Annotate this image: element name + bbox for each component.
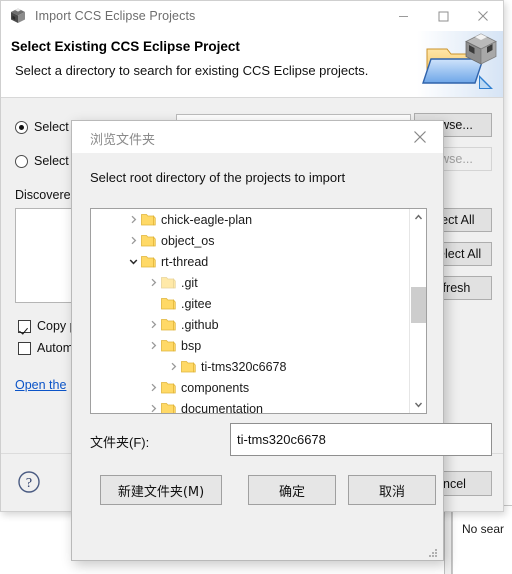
window-controls [383,1,503,31]
expander-placeholder [145,293,161,314]
tree-item[interactable]: documentation [91,398,409,413]
import-projects-icon [417,31,503,97]
browse-folder-titlebar[interactable]: 浏览文件夹 [72,121,443,153]
radio-select-search-directory[interactable]: Select s [15,120,78,134]
radio-indicator-on [15,120,28,134]
chevron-right-icon[interactable] [145,398,161,413]
tree-item[interactable]: ti-tms320c6678 [91,356,409,377]
chevron-up-icon[interactable] [410,209,426,226]
tree-item-label: .gitee [181,296,212,311]
chevron-right-icon[interactable] [125,209,141,230]
tree-item[interactable]: .github [91,314,409,335]
tree-item-label: .github [181,317,219,332]
folder-icon [161,381,176,394]
folder-icon [141,255,156,268]
tree-item[interactable]: .git [91,272,409,293]
no-search-results-text: No sear [462,522,505,536]
checkbox-label-automatically-import: Autom [37,341,74,355]
tree-item-label: bsp [181,338,202,353]
chevron-down-icon[interactable] [410,396,426,413]
cancel-button[interactable]: 取消 [348,475,436,505]
folder-icon [161,402,176,413]
eclipse-cube-icon [9,7,27,25]
checkbox-indicator-unchecked [18,341,31,355]
tree-item-label: documentation [181,401,264,414]
chevron-down-icon[interactable] [125,251,141,272]
close-icon[interactable] [403,122,437,152]
minimize-icon[interactable] [383,1,423,31]
tree-item-label: components [181,380,250,395]
folder-icon [161,297,176,310]
checkbox-automatically-import[interactable]: Autom [18,341,73,355]
tree-item[interactable]: chick-eagle-plan [91,209,409,230]
folder-tree[interactable]: chick-eagle-plan object_os rt-thread .git .g… [90,208,427,414]
checkbox-indicator-checked [18,319,31,333]
wizard-banner: Select Existing CCS Eclipse Project Sele… [1,31,503,98]
tree-item-label: .git [181,275,198,290]
wizard-title: Import CCS Eclipse Projects [35,9,196,23]
new-folder-button[interactable]: 新建文件夹(M) [100,475,222,505]
page-subtitle: Select a directory to search for existin… [15,63,369,78]
browse-folder-title: 浏览文件夹 [90,133,156,148]
chevron-right-icon[interactable] [145,377,161,398]
folder-name-input[interactable]: ti-tms320c6678 [230,423,492,456]
tree-item[interactable]: rt-thread [91,251,409,272]
folder-field-label: 文件夹(F): [90,435,150,450]
resize-grip[interactable] [428,545,438,557]
folder-icon [161,339,176,352]
chevron-right-icon[interactable] [145,272,161,293]
ok-button[interactable]: 确定 [248,475,336,505]
screen-root: No sear Import CCS Eclipse Projects Sele… [0,0,512,574]
tree-item[interactable]: components [91,377,409,398]
maximize-icon[interactable] [423,1,463,31]
radio-indicator-off [15,154,28,168]
chevron-right-icon[interactable] [145,335,161,356]
page-title: Select Existing CCS Eclipse Project [11,39,240,54]
tree-item-label: chick-eagle-plan [161,212,253,227]
help-icon[interactable]: ? [17,470,41,494]
folder-tree-rows: chick-eagle-plan object_os rt-thread .git .g… [91,209,409,413]
radio-select-archive-file[interactable]: Select a [15,154,79,168]
close-icon[interactable] [463,1,503,31]
tree-item[interactable]: bsp [91,335,409,356]
tree-item-label: rt-thread [161,254,209,269]
chevron-right-icon[interactable] [145,314,161,335]
tree-item[interactable]: object_os [91,230,409,251]
scrollbar-thumb[interactable] [411,287,426,323]
discovered-projects-label: Discovere [15,188,71,202]
tree-item-label: ti-tms320c6678 [201,359,287,374]
folder-tree-scrollbar[interactable] [409,209,426,413]
tree-item-label: object_os [161,233,215,248]
folder-icon [161,276,176,289]
checkbox-copy-projects[interactable]: Copy p [18,319,77,333]
chevron-right-icon[interactable] [125,230,141,251]
folder-icon [141,213,156,226]
open-resource-explorer-link[interactable]: Open the [15,378,66,392]
folder-icon [141,234,156,247]
browse-folder-dialog: 浏览文件夹 Select root directory of the proje… [71,120,492,561]
browse-folder-prompt: Select root directory of the projects to… [90,170,346,185]
background-window: No sear [452,505,512,574]
tree-item[interactable]: .gitee [91,293,409,314]
chevron-right-icon[interactable] [165,356,181,377]
background-window-edge [444,505,452,574]
folder-icon [161,318,176,331]
svg-text:?: ? [26,476,32,491]
folder-icon [181,360,196,373]
wizard-titlebar[interactable]: Import CCS Eclipse Projects [1,1,503,31]
